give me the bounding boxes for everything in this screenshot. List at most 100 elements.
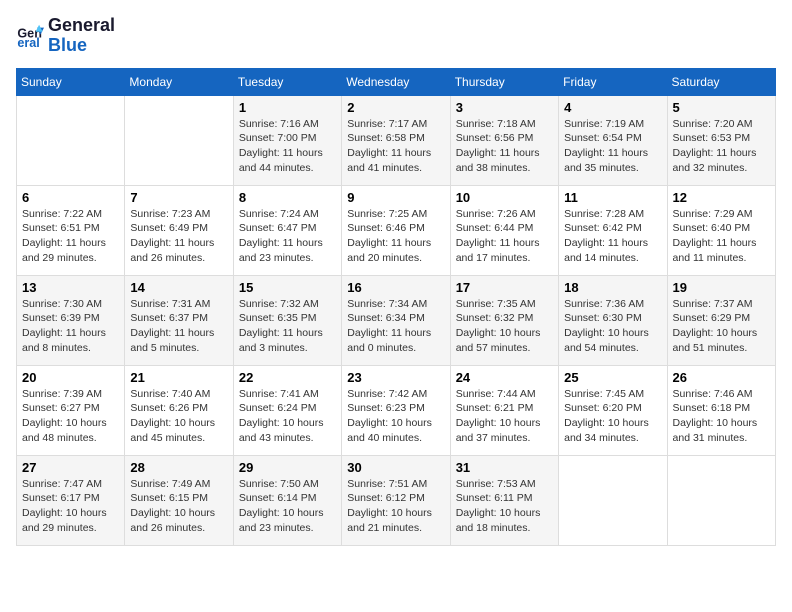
day-number: 20 <box>22 370 119 385</box>
calendar-cell <box>17 95 125 185</box>
calendar-cell: 23 Sunrise: 7:42 AMSunset: 6:23 PMDayligh… <box>342 365 450 455</box>
calendar-cell: 19 Sunrise: 7:37 AMSunset: 6:29 PMDayligh… <box>667 275 775 365</box>
day-info: Sunrise: 7:23 AMSunset: 6:49 PMDaylight:… <box>130 207 227 266</box>
day-info: Sunrise: 7:34 AMSunset: 6:34 PMDaylight:… <box>347 297 444 356</box>
day-number: 12 <box>673 190 770 205</box>
day-number: 4 <box>564 100 661 115</box>
calendar-cell: 12 Sunrise: 7:29 AMSunset: 6:40 PMDayligh… <box>667 185 775 275</box>
calendar-cell: 30 Sunrise: 7:51 AMSunset: 6:12 PMDayligh… <box>342 455 450 545</box>
day-number: 28 <box>130 460 227 475</box>
day-info: Sunrise: 7:30 AMSunset: 6:39 PMDaylight:… <box>22 297 119 356</box>
calendar-cell: 18 Sunrise: 7:36 AMSunset: 6:30 PMDayligh… <box>559 275 667 365</box>
day-number: 1 <box>239 100 336 115</box>
calendar-cell: 5Sunrise: 7:20 AMSunset: 6:53 PMDaylight… <box>667 95 775 185</box>
day-info: Sunrise: 7:32 AMSunset: 6:35 PMDaylight:… <box>239 297 336 356</box>
day-number: 24 <box>456 370 553 385</box>
calendar-cell: 26Sunrise: 7:46 AMSunset: 6:18 PMDayligh… <box>667 365 775 455</box>
svg-text:eral: eral <box>17 36 39 50</box>
calendar-cell: 10 Sunrise: 7:26 AMSunset: 6:44 PMDayligh… <box>450 185 558 275</box>
calendar-cell: 13 Sunrise: 7:30 AMSunset: 6:39 PMDayligh… <box>17 275 125 365</box>
day-info: Sunrise: 7:41 AMSunset: 6:24 PMDaylight:… <box>239 387 336 446</box>
day-number: 6 <box>22 190 119 205</box>
day-number: 19 <box>673 280 770 295</box>
day-number: 7 <box>130 190 227 205</box>
calendar-cell: 8 Sunrise: 7:24 AMSunset: 6:47 PMDaylight… <box>233 185 341 275</box>
page-header: Gen eral General Blue <box>16 16 776 56</box>
logo: Gen eral General Blue <box>16 16 115 56</box>
day-number: 3 <box>456 100 553 115</box>
calendar-cell: 24 Sunrise: 7:44 AMSunset: 6:21 PMDayligh… <box>450 365 558 455</box>
day-info: Sunrise: 7:44 AMSunset: 6:21 PMDaylight:… <box>456 387 553 446</box>
day-info: Sunrise: 7:35 AMSunset: 6:32 PMDaylight:… <box>456 297 553 356</box>
day-number: 15 <box>239 280 336 295</box>
day-info: Sunrise: 7:22 AMSunset: 6:51 PMDaylight:… <box>22 207 119 266</box>
day-number: 2 <box>347 100 444 115</box>
day-number: 22 <box>239 370 336 385</box>
day-number: 23 <box>347 370 444 385</box>
day-info: Sunrise: 7:17 AMSunset: 6:58 PMDaylight:… <box>347 117 444 176</box>
day-info: Sunrise: 7:25 AMSunset: 6:46 PMDaylight:… <box>347 207 444 266</box>
calendar-cell: 2 Sunrise: 7:17 AMSunset: 6:58 PMDaylight… <box>342 95 450 185</box>
calendar-cell: 6 Sunrise: 7:22 AMSunset: 6:51 PMDaylight… <box>17 185 125 275</box>
calendar-cell: 15 Sunrise: 7:32 AMSunset: 6:35 PMDayligh… <box>233 275 341 365</box>
day-number: 14 <box>130 280 227 295</box>
day-info: Sunrise: 7:49 AMSunset: 6:15 PMDaylight:… <box>130 477 227 536</box>
weekday-header-friday: Friday <box>559 68 667 95</box>
calendar-cell: 16Sunrise: 7:34 AMSunset: 6:34 PMDayligh… <box>342 275 450 365</box>
weekday-header-monday: Monday <box>125 68 233 95</box>
weekday-header-thursday: Thursday <box>450 68 558 95</box>
day-info: Sunrise: 7:31 AMSunset: 6:37 PMDaylight:… <box>130 297 227 356</box>
calendar-cell <box>559 455 667 545</box>
calendar-cell: 7 Sunrise: 7:23 AMSunset: 6:49 PMDaylight… <box>125 185 233 275</box>
calendar-week-4: 20 Sunrise: 7:39 AMSunset: 6:27 PMDayligh… <box>17 365 776 455</box>
day-number: 9 <box>347 190 444 205</box>
day-info: Sunrise: 7:45 AMSunset: 6:20 PMDaylight:… <box>564 387 661 446</box>
calendar-cell: 22 Sunrise: 7:41 AMSunset: 6:24 PMDayligh… <box>233 365 341 455</box>
day-number: 29 <box>239 460 336 475</box>
day-info: Sunrise: 7:20 AMSunset: 6:53 PMDaylight:… <box>673 117 770 176</box>
weekday-header-tuesday: Tuesday <box>233 68 341 95</box>
logo-text: General Blue <box>48 16 115 56</box>
day-info: Sunrise: 7:39 AMSunset: 6:27 PMDaylight:… <box>22 387 119 446</box>
day-info: Sunrise: 7:16 AMSunset: 7:00 PMDaylight:… <box>239 117 336 176</box>
day-info: Sunrise: 7:37 AMSunset: 6:29 PMDaylight:… <box>673 297 770 356</box>
calendar-cell: 28 Sunrise: 7:49 AMSunset: 6:15 PMDayligh… <box>125 455 233 545</box>
calendar-cell <box>667 455 775 545</box>
weekday-header-saturday: Saturday <box>667 68 775 95</box>
day-info: Sunrise: 7:29 AMSunset: 6:40 PMDaylight:… <box>673 207 770 266</box>
day-info: Sunrise: 7:19 AMSunset: 6:54 PMDaylight:… <box>564 117 661 176</box>
day-number: 31 <box>456 460 553 475</box>
day-number: 30 <box>347 460 444 475</box>
calendar-week-1: 1 Sunrise: 7:16 AMSunset: 7:00 PMDaylight… <box>17 95 776 185</box>
calendar-cell: 17Sunrise: 7:35 AMSunset: 6:32 PMDayligh… <box>450 275 558 365</box>
day-number: 8 <box>239 190 336 205</box>
calendar-cell: 31 Sunrise: 7:53 AMSunset: 6:11 PMDayligh… <box>450 455 558 545</box>
calendar-week-5: 27Sunrise: 7:47 AMSunset: 6:17 PMDayligh… <box>17 455 776 545</box>
day-info: Sunrise: 7:53 AMSunset: 6:11 PMDaylight:… <box>456 477 553 536</box>
calendar-cell: 21Sunrise: 7:40 AMSunset: 6:26 PMDayligh… <box>125 365 233 455</box>
day-number: 13 <box>22 280 119 295</box>
calendar-cell: 27Sunrise: 7:47 AMSunset: 6:17 PMDayligh… <box>17 455 125 545</box>
day-info: Sunrise: 7:18 AMSunset: 6:56 PMDaylight:… <box>456 117 553 176</box>
calendar-cell: 14 Sunrise: 7:31 AMSunset: 6:37 PMDayligh… <box>125 275 233 365</box>
calendar-cell: 4 Sunrise: 7:19 AMSunset: 6:54 PMDaylight… <box>559 95 667 185</box>
day-info: Sunrise: 7:24 AMSunset: 6:47 PMDaylight:… <box>239 207 336 266</box>
calendar-cell: 11Sunrise: 7:28 AMSunset: 6:42 PMDayligh… <box>559 185 667 275</box>
calendar-cell <box>125 95 233 185</box>
day-info: Sunrise: 7:42 AMSunset: 6:23 PMDaylight:… <box>347 387 444 446</box>
calendar-week-2: 6 Sunrise: 7:22 AMSunset: 6:51 PMDaylight… <box>17 185 776 275</box>
day-number: 10 <box>456 190 553 205</box>
calendar-week-3: 13 Sunrise: 7:30 AMSunset: 6:39 PMDayligh… <box>17 275 776 365</box>
day-info: Sunrise: 7:51 AMSunset: 6:12 PMDaylight:… <box>347 477 444 536</box>
day-number: 18 <box>564 280 661 295</box>
day-info: Sunrise: 7:50 AMSunset: 6:14 PMDaylight:… <box>239 477 336 536</box>
day-number: 26 <box>673 370 770 385</box>
logo-icon: Gen eral <box>16 22 44 50</box>
day-number: 25 <box>564 370 661 385</box>
day-info: Sunrise: 7:36 AMSunset: 6:30 PMDaylight:… <box>564 297 661 356</box>
weekday-header-wednesday: Wednesday <box>342 68 450 95</box>
calendar-cell: 25 Sunrise: 7:45 AMSunset: 6:20 PMDayligh… <box>559 365 667 455</box>
weekday-header-row: SundayMondayTuesdayWednesdayThursdayFrid… <box>17 68 776 95</box>
day-number: 21 <box>130 370 227 385</box>
day-info: Sunrise: 7:26 AMSunset: 6:44 PMDaylight:… <box>456 207 553 266</box>
